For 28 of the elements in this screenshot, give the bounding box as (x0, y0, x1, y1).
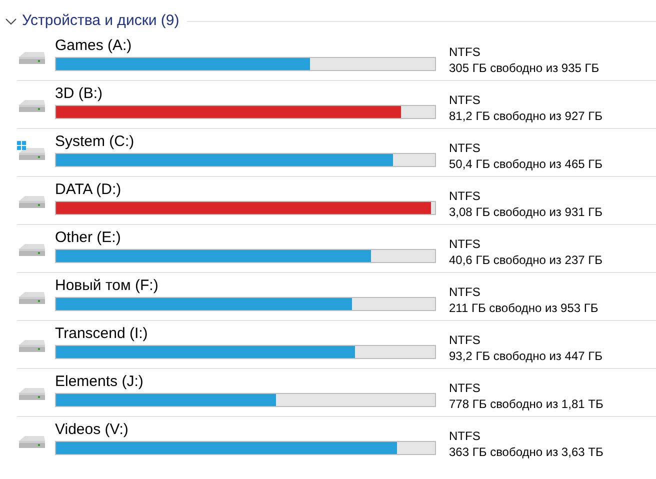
drive-name[interactable]: 3D (B:) (55, 85, 103, 105)
filesystem-label: NTFS (449, 140, 480, 156)
free-space-text: 3,08 ГБ свободно из 931 ГБ (449, 204, 602, 220)
group-title[interactable]: Устройства и диски (9) (22, 10, 180, 33)
filesystem-label: NTFS (449, 44, 480, 60)
drive-name[interactable]: Other (E:) (55, 229, 121, 249)
drive-name[interactable]: Videos (V:) (55, 421, 128, 441)
filesystem-label: NTFS (449, 332, 480, 348)
drive-name[interactable]: Games (A:) (55, 37, 132, 57)
filesystem-label: NTFS (449, 188, 480, 204)
filesystem-label: NTFS (449, 380, 480, 396)
drive-name[interactable]: DATA (D:) (55, 181, 122, 201)
filesystem-label: NTFS (449, 92, 480, 108)
free-space-text: 93,2 ГБ свободно из 447 ГБ (449, 348, 602, 364)
free-space-text: 211 ГБ свободно из 953 ГБ (449, 300, 598, 316)
free-space-text: 40,6 ГБ свободно из 237 ГБ (449, 252, 602, 268)
free-space-text: 81,2 ГБ свободно из 927 ГБ (449, 108, 602, 124)
drive-name[interactable]: Transcend (I:) (55, 325, 148, 345)
filesystem-label: NTFS (449, 236, 480, 252)
filesystem-label: NTFS (449, 428, 480, 444)
filesystem-label: NTFS (449, 284, 480, 300)
drive-name[interactable]: Новый том (F:) (55, 277, 158, 297)
free-space-text: 50,4 ГБ свободно из 465 ГБ (449, 156, 602, 172)
drive-name[interactable]: System (C:) (55, 133, 134, 153)
free-space-text: 778 ГБ свободно из 1,81 ТБ (449, 396, 604, 412)
free-space-text: 305 ГБ свободно из 935 ГБ (449, 60, 600, 76)
drive-name[interactable]: Elements (J:) (55, 373, 144, 393)
free-space-text: 363 ГБ свободно из 3,63 ТБ (449, 444, 604, 460)
